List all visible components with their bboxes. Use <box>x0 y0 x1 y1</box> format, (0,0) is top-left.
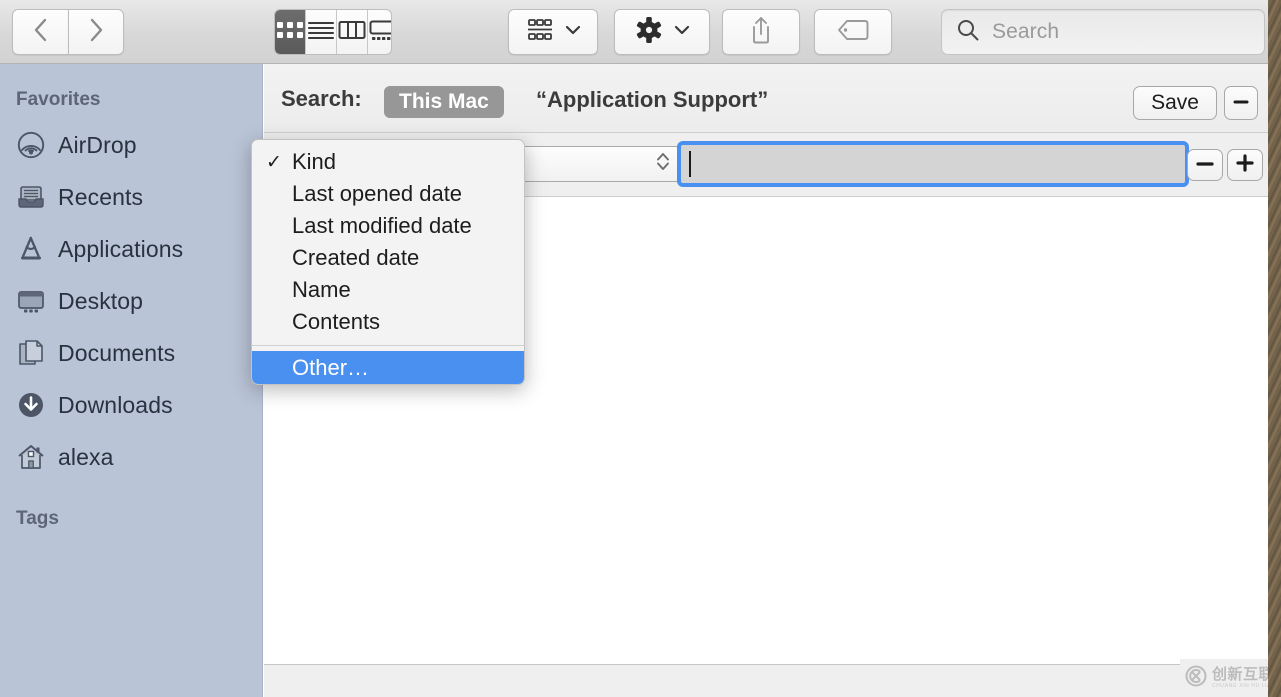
applications-icon <box>16 234 46 264</box>
menu-item-label: Kind <box>292 149 336 175</box>
sidebar-item-label: AirDrop <box>58 132 137 159</box>
columns-icon <box>337 19 367 46</box>
gear-icon <box>634 15 664 50</box>
plus-icon <box>1235 153 1255 178</box>
sidebar-item-label: Documents <box>58 340 175 367</box>
save-button-label: Save <box>1151 91 1199 115</box>
menu-item-label: Contents <box>292 309 380 335</box>
scope-this-mac-label: This Mac <box>399 90 489 114</box>
sidebar: Favorites AirDrop <box>0 64 263 697</box>
scope-this-mac-button[interactable]: This Mac <box>384 86 504 118</box>
home-icon <box>16 442 46 472</box>
desktop-icon <box>16 286 46 316</box>
menu-item-name[interactable]: Name <box>252 274 524 306</box>
menu-item-label: Created date <box>292 245 419 271</box>
forward-button[interactable] <box>68 9 124 55</box>
search-icon <box>956 18 980 47</box>
sidebar-item-label: alexa <box>58 444 113 471</box>
sidebar-item-downloads[interactable]: Downloads <box>16 386 246 424</box>
sidebar-item-label: Recents <box>58 184 143 211</box>
chevron-left-icon <box>32 17 50 48</box>
menu-item-last-modified-date[interactable]: Last modified date <box>252 210 524 242</box>
text-caret <box>689 151 691 177</box>
sidebar-item-applications[interactable]: Applications <box>16 230 246 268</box>
menu-item-kind[interactable]: ✓ Kind <box>252 146 524 178</box>
menu-item-last-opened-date[interactable]: Last opened date <box>252 178 524 210</box>
gallery-icon <box>368 19 392 46</box>
watermark-pinyin: CHUANG XIN HU LIAN <box>1212 684 1268 689</box>
back-button[interactable] <box>12 9 68 55</box>
sidebar-header-favorites: Favorites <box>0 89 100 111</box>
action-button[interactable] <box>614 9 710 55</box>
search-scope-bar: Search: This Mac “Application Support” S… <box>264 64 1268 133</box>
menu-item-created-date[interactable]: Created date <box>252 242 524 274</box>
attribute-popup-menu: ✓ Kind Last opened date Last modified da… <box>251 139 525 385</box>
recents-icon <box>16 182 46 212</box>
sidebar-item-documents[interactable]: Documents <box>16 334 246 372</box>
criteria-value-input[interactable] <box>677 141 1189 187</box>
minus-icon <box>1232 94 1250 112</box>
status-bar <box>264 664 1268 697</box>
group-icon <box>525 17 555 48</box>
documents-icon <box>16 338 46 368</box>
sidebar-item-airdrop[interactable]: AirDrop <box>16 126 246 164</box>
airdrop-icon <box>16 130 46 160</box>
menu-item-label: Last modified date <box>292 213 472 239</box>
sidebar-item-label: Applications <box>58 236 183 263</box>
sidebar-header-tags: Tags <box>0 508 59 530</box>
menu-item-other[interactable]: Other… <box>252 351 524 384</box>
sidebar-item-recents[interactable]: Recents <box>16 178 246 216</box>
chevron-down-icon <box>674 23 690 41</box>
list-view-button[interactable] <box>306 10 337 54</box>
search-scope-label: Search: <box>281 86 362 112</box>
menu-item-contents[interactable]: Contents <box>252 306 524 338</box>
watermark: 创新互联 CHUANG XIN HU LIAN <box>1180 659 1268 697</box>
list-icon <box>306 19 336 46</box>
save-button[interactable]: Save <box>1133 86 1217 120</box>
search-field[interactable]: Search <box>941 9 1265 55</box>
add-criteria-row-button[interactable] <box>1227 149 1263 181</box>
sidebar-item-label: Downloads <box>58 392 173 419</box>
downloads-icon <box>16 390 46 420</box>
share-icon <box>749 15 773 50</box>
menu-item-label: Name <box>292 277 351 303</box>
watermark-text: 创新互联 CHUANG XIN HU LIAN <box>1212 667 1268 689</box>
sidebar-item-alexa[interactable]: alexa <box>16 438 246 476</box>
menu-separator <box>252 345 524 346</box>
remove-criteria-row-button[interactable] <box>1187 149 1223 181</box>
sidebar-item-label: Desktop <box>58 288 143 315</box>
view-mode-group <box>274 9 392 55</box>
cx-logo-icon <box>1185 665 1207 692</box>
watermark-chinese: 创新互联 <box>1212 667 1268 682</box>
menu-item-label: Last opened date <box>292 181 462 207</box>
stepper-arrows-icon <box>655 150 671 179</box>
minus-icon <box>1195 156 1215 174</box>
icon-view-button[interactable] <box>275 10 306 54</box>
search-query-text: “Application Support” <box>536 87 768 113</box>
arrange-button[interactable] <box>508 9 598 55</box>
share-button[interactable] <box>722 9 800 55</box>
gallery-view-button[interactable] <box>368 10 392 54</box>
remove-search-criteria-button[interactable] <box>1224 86 1258 120</box>
tag-icon <box>836 18 870 47</box>
search-placeholder: Search <box>992 20 1059 44</box>
sidebar-item-desktop[interactable]: Desktop <box>16 282 246 320</box>
menu-item-label: Other… <box>292 355 369 381</box>
grid-icon <box>275 19 305 46</box>
finder-window: Search Favorites AirDrop <box>0 0 1268 697</box>
chevron-down-icon <box>565 23 581 41</box>
tag-button[interactable] <box>814 9 892 55</box>
toolbar: Search <box>0 0 1268 64</box>
chevron-right-icon <box>87 17 105 48</box>
column-view-button[interactable] <box>337 10 368 54</box>
checkmark-icon: ✓ <box>266 151 292 174</box>
